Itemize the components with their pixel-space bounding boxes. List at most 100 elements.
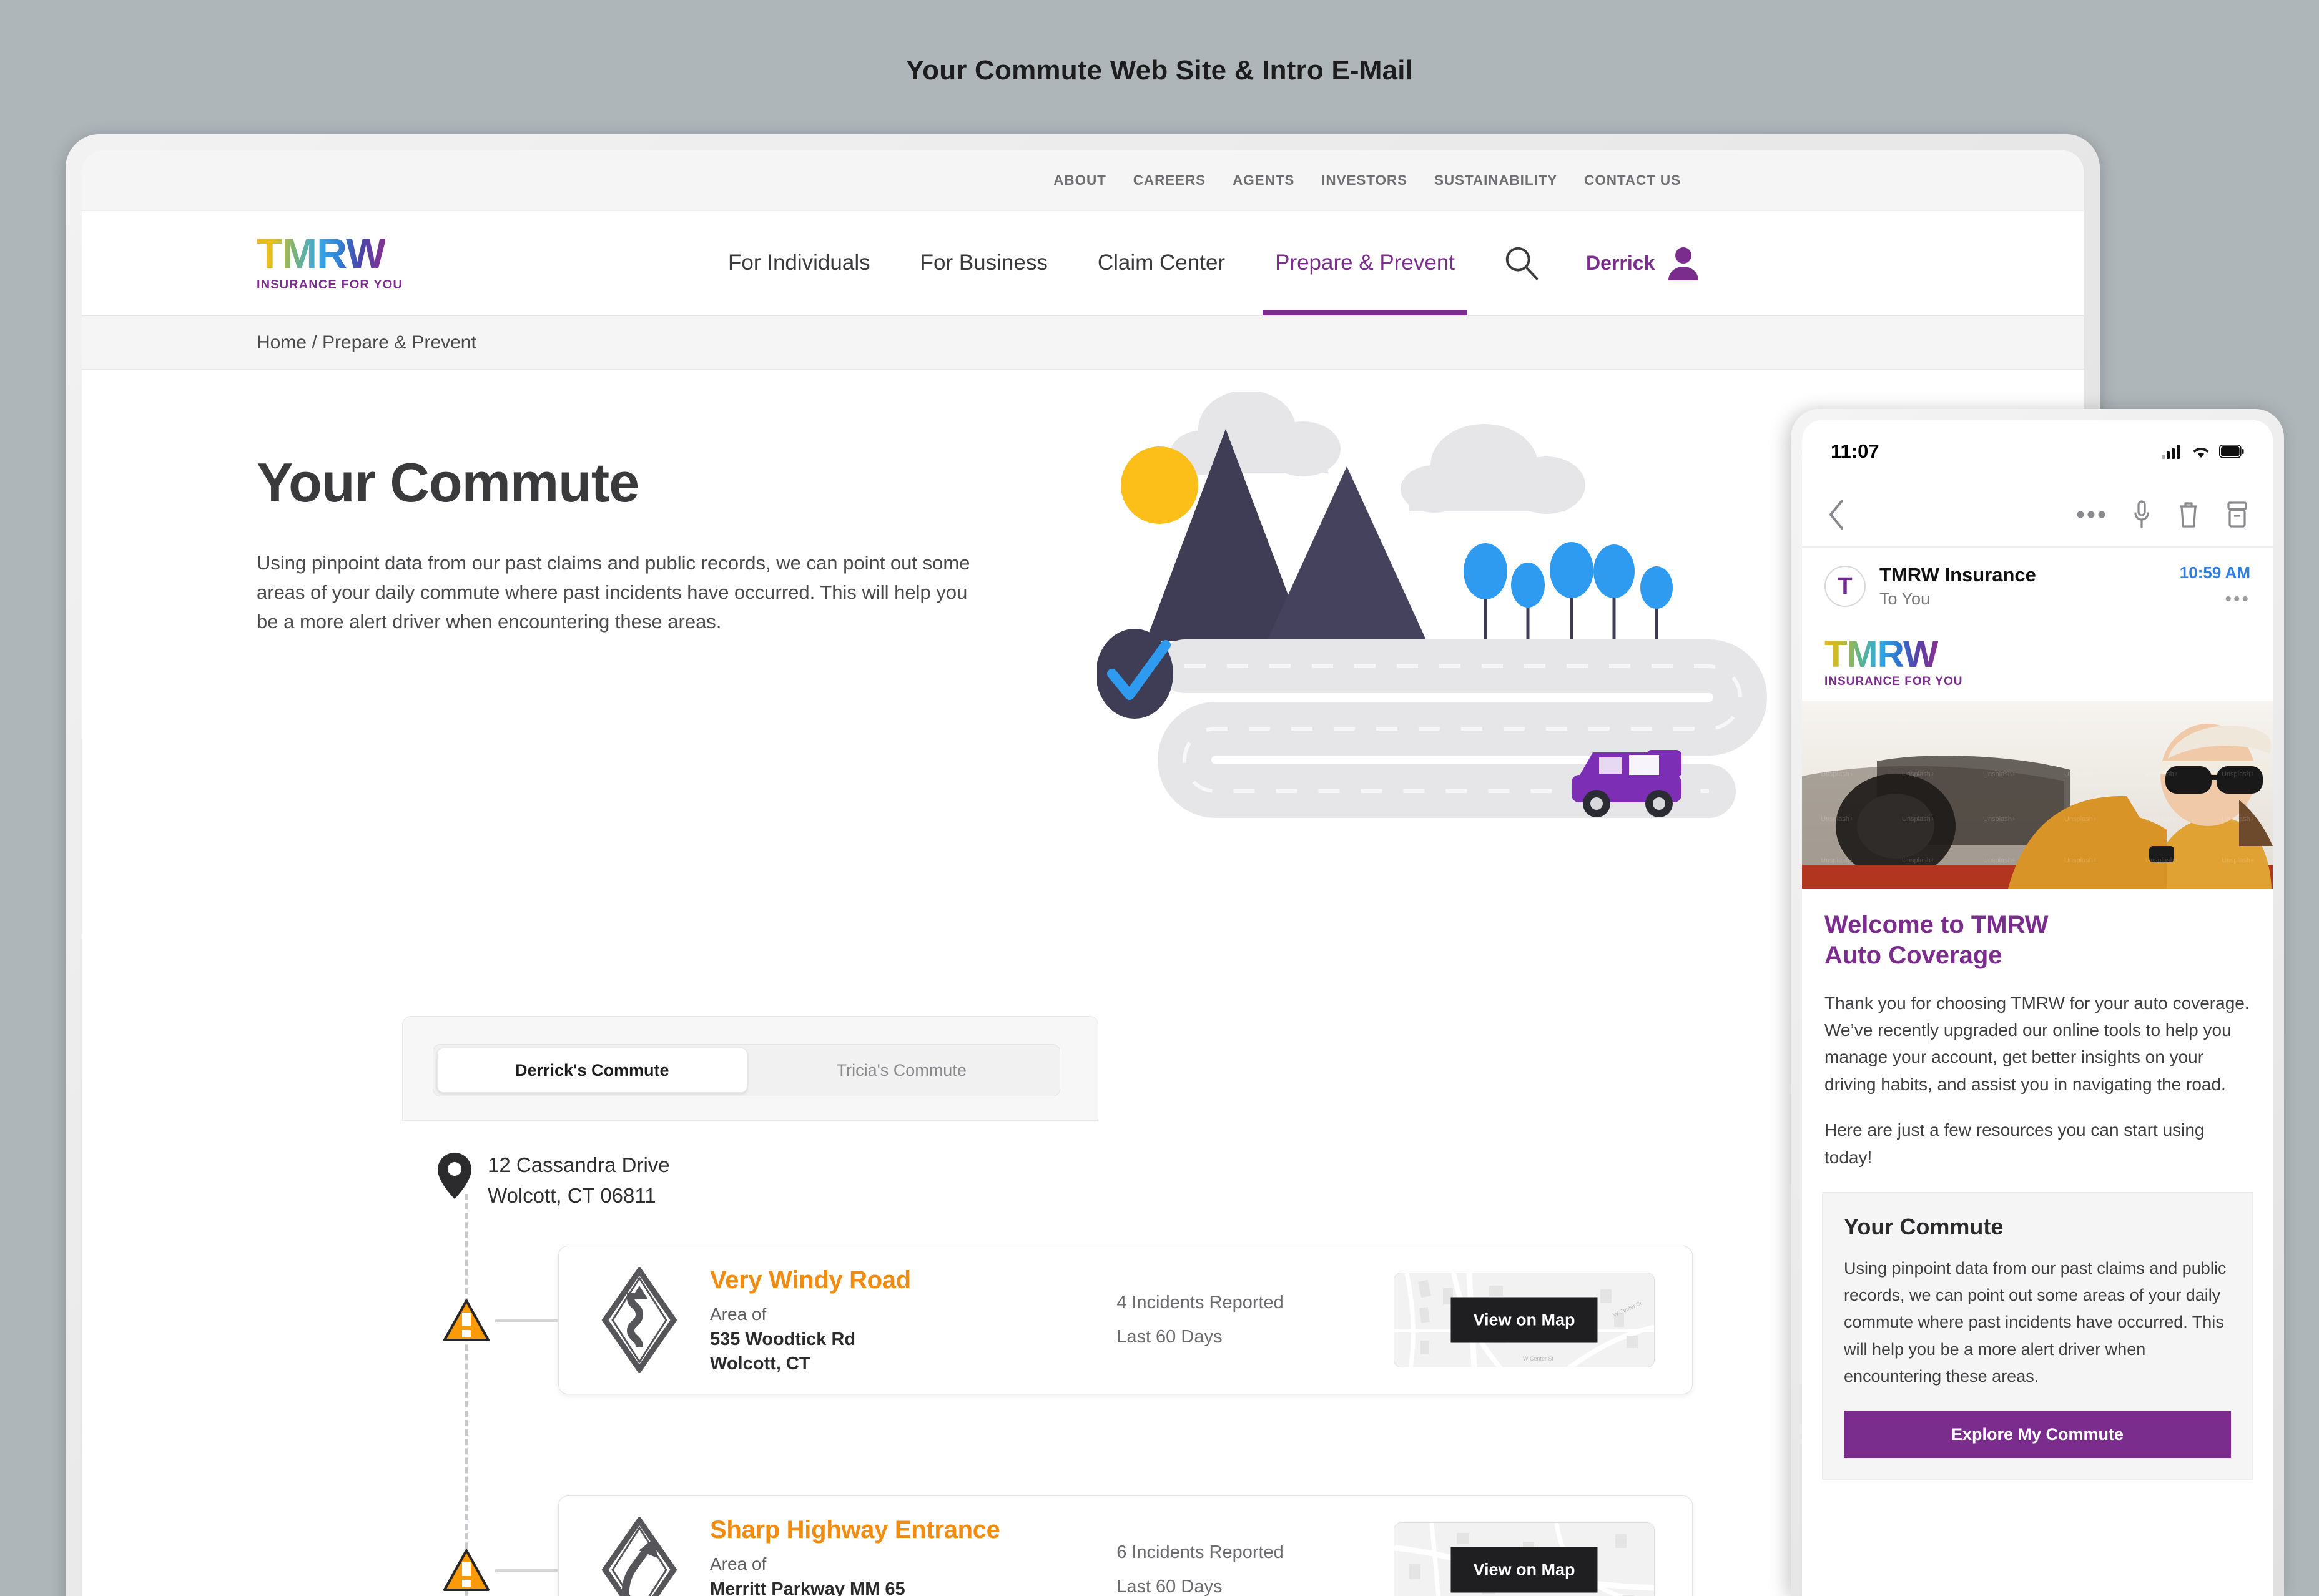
svg-text:Unsplash+: Unsplash+: [2064, 771, 2097, 778]
phone-screen: 11:07 T TMRW Insurance To You 10:59 AM •…: [1802, 420, 2273, 1596]
archive-box-icon[interactable]: [2227, 501, 2248, 528]
status-time: 11:07: [1831, 440, 1879, 462]
nav-item-prepare-prevent[interactable]: Prepare & Prevent: [1250, 210, 1480, 315]
incident-stats: 6 Incidents Reported Last 60 Days: [1116, 1542, 1394, 1596]
incident-stats: 4 Incidents Reported Last 60 Days: [1116, 1293, 1394, 1347]
email-card-title: Your Commute: [1844, 1213, 2004, 1239]
view-on-map-button[interactable]: View on Map: [1450, 1297, 1598, 1343]
nav-item-claim-center[interactable]: Claim Center: [1073, 210, 1250, 315]
chevron-left-icon[interactable]: [1827, 498, 1846, 531]
nav-item-for-business[interactable]: For Business: [895, 210, 1073, 315]
incident-count: 6 Incidents Reported: [1116, 1542, 1284, 1562]
incident-info: Sharp Highway Entrance Area of Merritt P…: [710, 1516, 1104, 1596]
email-hero-photo: Unsplash+ Unsplash+ Unsplash+ Unsplash+ Uns…: [1802, 701, 2273, 889]
incident-title: Sharp Highway Entrance: [710, 1515, 1000, 1544]
incident-street: Merritt Parkway MM 65: [710, 1579, 905, 1596]
incident-area-label: Area of: [710, 1304, 767, 1324]
map-thumbnail[interactable]: View on Map: [1394, 1522, 1655, 1596]
svg-text:Unsplash+: Unsplash+: [1983, 771, 2016, 778]
recipient-label[interactable]: To You: [1879, 589, 2166, 609]
svg-text:Unsplash+: Unsplash+: [1821, 771, 1853, 778]
svg-text:Unsplash+: Unsplash+: [2222, 771, 2254, 778]
timeline-dashed-line: [465, 1194, 468, 1596]
utility-link-sustainability[interactable]: SUSTAINABILITY: [1434, 172, 1557, 189]
svg-text:Unsplash+: Unsplash+: [2145, 857, 2178, 864]
incident-card[interactable]: Sharp Highway Entrance Area of Merritt P…: [558, 1495, 1693, 1596]
svg-text:Unsplash+: Unsplash+: [2064, 815, 2097, 823]
svg-text:Unsplash+: Unsplash+: [2222, 815, 2254, 823]
logo-wordmark: TMRW: [257, 230, 386, 278]
incident-period: Last 60 Days: [1116, 1577, 1223, 1596]
signal-bars-icon: [2162, 445, 2180, 459]
sender-name: TMRW Insurance: [1879, 564, 2036, 586]
breadcrumb-text[interactable]: Home / Prepare & Prevent: [257, 332, 476, 353]
svg-text:Unsplash+: Unsplash+: [1983, 857, 2016, 864]
incident-period: Last 60 Days: [1116, 1327, 1223, 1347]
commute-tabs-panel: Derrick's Commute Tricia's Commute: [402, 1016, 1098, 1121]
microphone-icon[interactable]: [2133, 500, 2150, 530]
phone-device-frame: 11:07 T TMRW Insurance To You 10:59 AM •…: [1791, 409, 2284, 1596]
winding-road-sign-icon: [601, 1267, 677, 1373]
nav-item-for-individuals[interactable]: For Individuals: [703, 210, 895, 315]
utility-link-careers[interactable]: CAREERS: [1133, 172, 1206, 189]
svg-text:Unsplash+: Unsplash+: [2222, 857, 2254, 864]
nav-items: For Individuals For Business Claim Cente…: [703, 210, 1480, 315]
svg-text:Unsplash+: Unsplash+: [2064, 857, 2097, 864]
utility-link-investors[interactable]: INVESTORS: [1321, 172, 1407, 189]
svg-text:Unsplash+: Unsplash+: [2145, 771, 2178, 778]
incident-street: 535 Woodtick Rd: [710, 1329, 856, 1349]
utility-nav: ABOUT CAREERS AGENTS INVESTORS SUSTAINAB…: [82, 150, 2084, 211]
email-title-line2: Auto Coverage: [1824, 941, 2002, 969]
email-paragraph-1: Thank you for choosing TMRW for your aut…: [1824, 993, 2250, 1094]
utility-link-contact-us[interactable]: CONTACT US: [1584, 172, 1681, 189]
explore-my-commute-button[interactable]: Explore My Commute: [1844, 1411, 2231, 1458]
incident-count: 4 Incidents Reported: [1116, 1293, 1284, 1313]
merge-arrow-sign-icon: [601, 1517, 677, 1596]
page-content: Your Commute Using pinpoint data from ou…: [82, 370, 2084, 1596]
battery-full-icon: [2219, 445, 2244, 458]
svg-text:Unsplash+: Unsplash+: [1902, 815, 1934, 823]
search-icon[interactable]: [1502, 244, 1541, 282]
incident-card[interactable]: Very Windy Road Area of 535 Woodtick Rd …: [558, 1246, 1693, 1394]
timeline-connector: [495, 1569, 558, 1572]
logo-tagline: INSURANCE FOR YOU: [257, 277, 403, 292]
trash-icon[interactable]: [2178, 500, 2199, 529]
sender-avatar: T: [1824, 566, 1866, 607]
ellipsis-icon[interactable]: •••: [2180, 589, 2250, 610]
tab-derricks-commute[interactable]: Derrick's Commute: [437, 1048, 747, 1093]
utility-link-about[interactable]: ABOUT: [1053, 172, 1106, 189]
warning-triangle-icon: [443, 1299, 490, 1341]
email-title-line1: Welcome to TMRW: [1824, 911, 2049, 938]
user-menu[interactable]: Derrick: [1586, 245, 1701, 280]
page-description: Using pinpoint data from our past claims…: [257, 552, 970, 633]
wifi-icon: [2193, 448, 2209, 458]
map-thumbnail[interactable]: W Center St W Center St View on Map: [1394, 1273, 1655, 1367]
incident-info: Very Windy Road Area of 535 Woodtick Rd …: [710, 1266, 1104, 1374]
message-meta: 10:59 AM •••: [2180, 563, 2250, 610]
avatar-letter: T: [1838, 573, 1853, 599]
incident-title: Very Windy Road: [710, 1266, 911, 1294]
view-on-map-button[interactable]: View on Map: [1450, 1547, 1598, 1593]
mail-toolbar: [1802, 483, 2273, 548]
hero-text-block: Your Commute Using pinpoint data from ou…: [257, 451, 975, 636]
incident-area-label: Area of: [710, 1554, 767, 1574]
screenshot-root: Your Commute Web Site & Intro E-Mail ABO…: [0, 0, 2319, 1596]
status-icons: [2162, 444, 2244, 459]
email-title: Welcome to TMRW Auto Coverage: [1824, 910, 2250, 971]
svg-text:W Center St: W Center St: [1523, 1356, 1554, 1362]
site-logo[interactable]: TMRW INSURANCE FOR YOU: [257, 230, 444, 292]
email-body: Welcome to TMRW Auto Coverage Thank you …: [1802, 889, 2273, 1171]
email-card-body: Using pinpoint data from our past claims…: [1844, 1258, 2227, 1386]
nav-tools: Derrick: [1502, 244, 1701, 282]
warning-triangle-icon: [443, 1549, 490, 1591]
phone-status-bar: 11:07: [1802, 420, 2273, 483]
sender-names: TMRW Insurance To You: [1879, 564, 2166, 609]
tab-tricias-commute[interactable]: Tricia's Commute: [747, 1048, 1056, 1093]
address-line1: 12 Cassandra Drive: [488, 1153, 670, 1176]
address-line2: Wolcott, CT 06811: [488, 1183, 656, 1207]
svg-text:Unsplash+: Unsplash+: [1821, 815, 1853, 823]
breadcrumb: Home / Prepare & Prevent: [82, 316, 2084, 370]
utility-link-agents[interactable]: AGENTS: [1233, 172, 1294, 189]
home-address-block: 12 Cassandra Drive Wolcott, CT 06811: [438, 1150, 670, 1211]
ellipsis-icon[interactable]: [2077, 510, 2105, 519]
